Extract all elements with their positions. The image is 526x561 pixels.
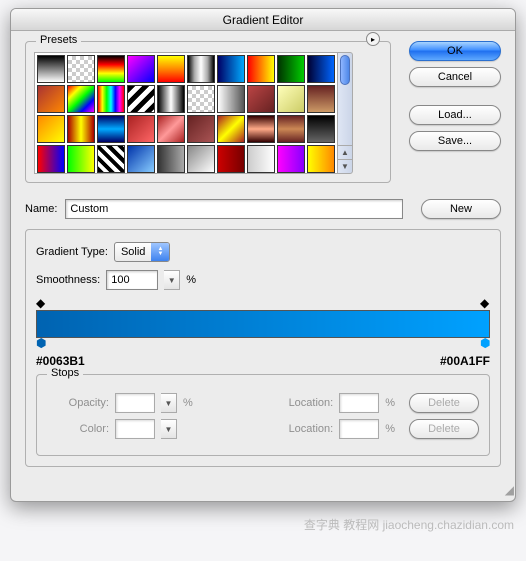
preset-swatch[interactable] bbox=[247, 115, 275, 143]
preset-swatch[interactable] bbox=[157, 55, 185, 83]
smoothness-dropdown-icon[interactable]: ▼ bbox=[164, 270, 180, 290]
preset-swatch[interactable] bbox=[187, 85, 215, 113]
preset-swatch[interactable] bbox=[37, 55, 65, 83]
window-content: Presets ▸ ▲ ▼ OK Cancel Load... Save... bbox=[11, 31, 515, 481]
preset-swatch[interactable] bbox=[127, 145, 155, 173]
scroll-up-icon[interactable]: ▲ bbox=[338, 145, 352, 159]
presets-group: Presets ▸ ▲ ▼ bbox=[25, 41, 391, 183]
preset-swatch[interactable] bbox=[157, 85, 185, 113]
new-button[interactable]: New bbox=[421, 199, 501, 219]
color-swatch bbox=[115, 419, 155, 439]
name-input[interactable] bbox=[65, 199, 403, 219]
preset-swatch[interactable] bbox=[67, 145, 95, 173]
preset-swatch[interactable] bbox=[217, 145, 245, 173]
preset-swatch[interactable] bbox=[217, 55, 245, 83]
preset-swatch[interactable] bbox=[217, 85, 245, 113]
opacity-unit: % bbox=[183, 397, 193, 409]
preset-swatch[interactable] bbox=[247, 55, 275, 83]
opacity-label: Opacity: bbox=[47, 397, 109, 409]
preset-swatch[interactable] bbox=[37, 145, 65, 173]
opacity-stop-left[interactable]: ◆ bbox=[36, 298, 46, 308]
window-title: Gradient Editor bbox=[11, 9, 515, 31]
preset-swatch[interactable] bbox=[187, 55, 215, 83]
preset-swatch[interactable] bbox=[217, 115, 245, 143]
cancel-button[interactable]: Cancel bbox=[409, 67, 501, 87]
preset-swatch[interactable] bbox=[67, 55, 95, 83]
scroll-down-icon[interactable]: ▼ bbox=[338, 159, 352, 173]
gradient-type-value: Solid bbox=[121, 246, 145, 258]
preset-swatch[interactable] bbox=[127, 115, 155, 143]
gradient-editor-window: Gradient Editor Presets ▸ ▲ ▼ OK Cancel bbox=[10, 8, 516, 502]
preset-swatch[interactable] bbox=[307, 55, 335, 83]
delete-opacity-stop-button: Delete bbox=[409, 393, 479, 413]
preset-swatch[interactable] bbox=[67, 85, 95, 113]
smoothness-input[interactable] bbox=[106, 270, 158, 290]
preset-swatch[interactable] bbox=[307, 115, 335, 143]
gradient-end-hex: #00A1FF bbox=[440, 354, 490, 368]
scrollbar-thumb[interactable] bbox=[340, 55, 350, 85]
gradient-start-hex: #0063B1 bbox=[36, 354, 85, 368]
preset-swatch[interactable] bbox=[97, 115, 125, 143]
preset-swatch[interactable] bbox=[247, 145, 275, 173]
preset-swatch[interactable] bbox=[307, 85, 335, 113]
preset-swatch[interactable] bbox=[157, 145, 185, 173]
watermark-text: 查字典 教程网 jiaocheng.chazidian.com bbox=[0, 510, 526, 537]
location-input-1 bbox=[339, 393, 379, 413]
load-button[interactable]: Load... bbox=[409, 105, 501, 125]
opacity-stop-right[interactable]: ◆ bbox=[480, 298, 490, 308]
gradient-type-label: Gradient Type: bbox=[36, 246, 108, 258]
select-stepper-icon: ▲▼ bbox=[151, 243, 169, 261]
preset-swatch[interactable] bbox=[157, 115, 185, 143]
preset-swatch[interactable] bbox=[97, 145, 125, 173]
preset-swatch[interactable] bbox=[37, 85, 65, 113]
presets-grid bbox=[34, 52, 337, 174]
preset-swatch[interactable] bbox=[97, 85, 125, 113]
location-label-1: Location: bbox=[271, 397, 333, 409]
color-dropdown-icon: ▼ bbox=[161, 419, 177, 439]
presets-legend: Presets bbox=[36, 34, 81, 46]
preset-swatch[interactable] bbox=[37, 115, 65, 143]
presets-scrollbar[interactable]: ▲ ▼ bbox=[337, 52, 353, 174]
gradient-type-select[interactable]: Solid ▲▼ bbox=[114, 242, 170, 262]
preset-swatch[interactable] bbox=[127, 55, 155, 83]
gradient-preview-bar[interactable] bbox=[36, 310, 490, 338]
preset-swatch[interactable] bbox=[97, 55, 125, 83]
opacity-dropdown-icon: ▼ bbox=[161, 393, 177, 413]
preset-swatch[interactable] bbox=[277, 115, 305, 143]
color-label: Color: bbox=[47, 423, 109, 435]
preset-swatch[interactable] bbox=[307, 145, 335, 173]
save-button[interactable]: Save... bbox=[409, 131, 501, 151]
opacity-input bbox=[115, 393, 155, 413]
preset-swatch[interactable] bbox=[247, 85, 275, 113]
smoothness-unit: % bbox=[186, 274, 196, 286]
preset-swatch[interactable] bbox=[277, 55, 305, 83]
button-column: OK Cancel Load... Save... bbox=[409, 41, 501, 183]
preset-swatch[interactable] bbox=[67, 115, 95, 143]
color-stop-left[interactable]: ⬢ bbox=[36, 338, 46, 348]
name-label: Name: bbox=[25, 203, 57, 215]
presets-menu-icon[interactable]: ▸ bbox=[366, 32, 380, 46]
location-unit-1: % bbox=[385, 397, 395, 409]
resize-grip-icon[interactable]: ◢ bbox=[11, 481, 515, 501]
preset-swatch[interactable] bbox=[277, 85, 305, 113]
smoothness-label: Smoothness: bbox=[36, 274, 100, 286]
location-label-2: Location: bbox=[271, 423, 333, 435]
stops-group: Stops Opacity: ▼ % Location: % Delete Co… bbox=[36, 374, 490, 456]
color-stop-right[interactable]: ⬢ bbox=[480, 338, 490, 348]
stops-legend: Stops bbox=[47, 367, 83, 379]
delete-color-stop-button: Delete bbox=[409, 419, 479, 439]
preset-swatch[interactable] bbox=[127, 85, 155, 113]
preset-swatch[interactable] bbox=[187, 115, 215, 143]
preset-swatch[interactable] bbox=[187, 145, 215, 173]
ok-button[interactable]: OK bbox=[409, 41, 501, 61]
location-unit-2: % bbox=[385, 423, 395, 435]
preset-swatch[interactable] bbox=[277, 145, 305, 173]
location-input-2 bbox=[339, 419, 379, 439]
gradient-group: Gradient Type: Solid ▲▼ Smoothness: ▼ % … bbox=[25, 229, 501, 467]
